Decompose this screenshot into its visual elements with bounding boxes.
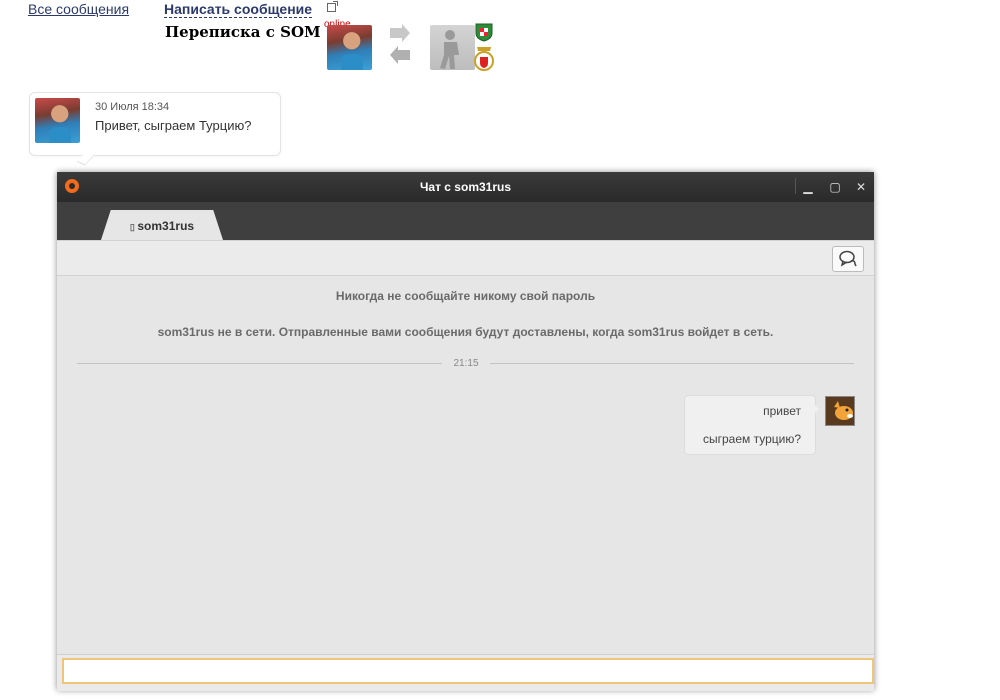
chat-options-button[interactable] bbox=[832, 246, 864, 272]
close-icon[interactable]: ✕ bbox=[852, 178, 870, 196]
fox-avatar-icon bbox=[826, 397, 854, 425]
opponent-avatar[interactable] bbox=[430, 25, 475, 70]
message-input-area bbox=[57, 654, 874, 691]
club-crest-icon bbox=[475, 23, 493, 42]
chat-toolbar bbox=[57, 240, 874, 276]
offline-notice: som31rus не в сети. Отправленные вами со… bbox=[157, 325, 774, 339]
chat-window-title: Чат с som31rus bbox=[419, 180, 512, 194]
user-avatar[interactable] bbox=[327, 25, 372, 70]
time-divider-label: 21:15 bbox=[442, 358, 490, 369]
message-text: Привет, сыграем Турцию? bbox=[95, 118, 252, 133]
security-notice: Никогда не сообщайте никому свой пароль bbox=[335, 289, 596, 303]
chat-titlebar[interactable]: Чат с som31rus ▁ ▢ ✕ bbox=[57, 172, 874, 202]
conversation-title: Переписка с SOM bbox=[165, 23, 321, 41]
outgoing-message-bubble: привет сыграем турцию? bbox=[684, 395, 816, 455]
maximize-icon[interactable]: ▢ bbox=[826, 178, 844, 196]
all-messages-link[interactable]: Все сообщения bbox=[28, 1, 129, 17]
my-avatar[interactable] bbox=[825, 396, 855, 426]
club-emblem-icon bbox=[474, 47, 494, 71]
swap-arrows-icon bbox=[390, 24, 410, 64]
tab-som31rus[interactable]: ▯ som31rus bbox=[101, 210, 223, 240]
chat-bubbles-icon bbox=[839, 250, 857, 267]
titlebar-divider bbox=[795, 178, 796, 194]
message-date: 30 Июля 18:34 bbox=[95, 101, 170, 113]
external-link-icon bbox=[327, 1, 338, 12]
player-silhouette-icon bbox=[440, 30, 459, 69]
chat-tab-bar: ▯ som31rus bbox=[57, 202, 874, 240]
tab-label: ▯ som31rus bbox=[101, 219, 223, 233]
tab-label-text: som31rus bbox=[137, 219, 195, 233]
message-input[interactable] bbox=[62, 658, 874, 684]
write-message-link[interactable]: Написать сообщение bbox=[164, 1, 313, 18]
message-line: привет bbox=[763, 404, 801, 418]
sender-avatar[interactable] bbox=[35, 98, 80, 143]
minimize-icon[interactable]: ▁ bbox=[799, 178, 817, 196]
message-line: сыграем турцию? bbox=[702, 432, 801, 446]
message-tail bbox=[813, 403, 819, 415]
chat-window: Чат с som31rus ▁ ▢ ✕ ▯ som31rus Никогда … bbox=[57, 172, 874, 691]
